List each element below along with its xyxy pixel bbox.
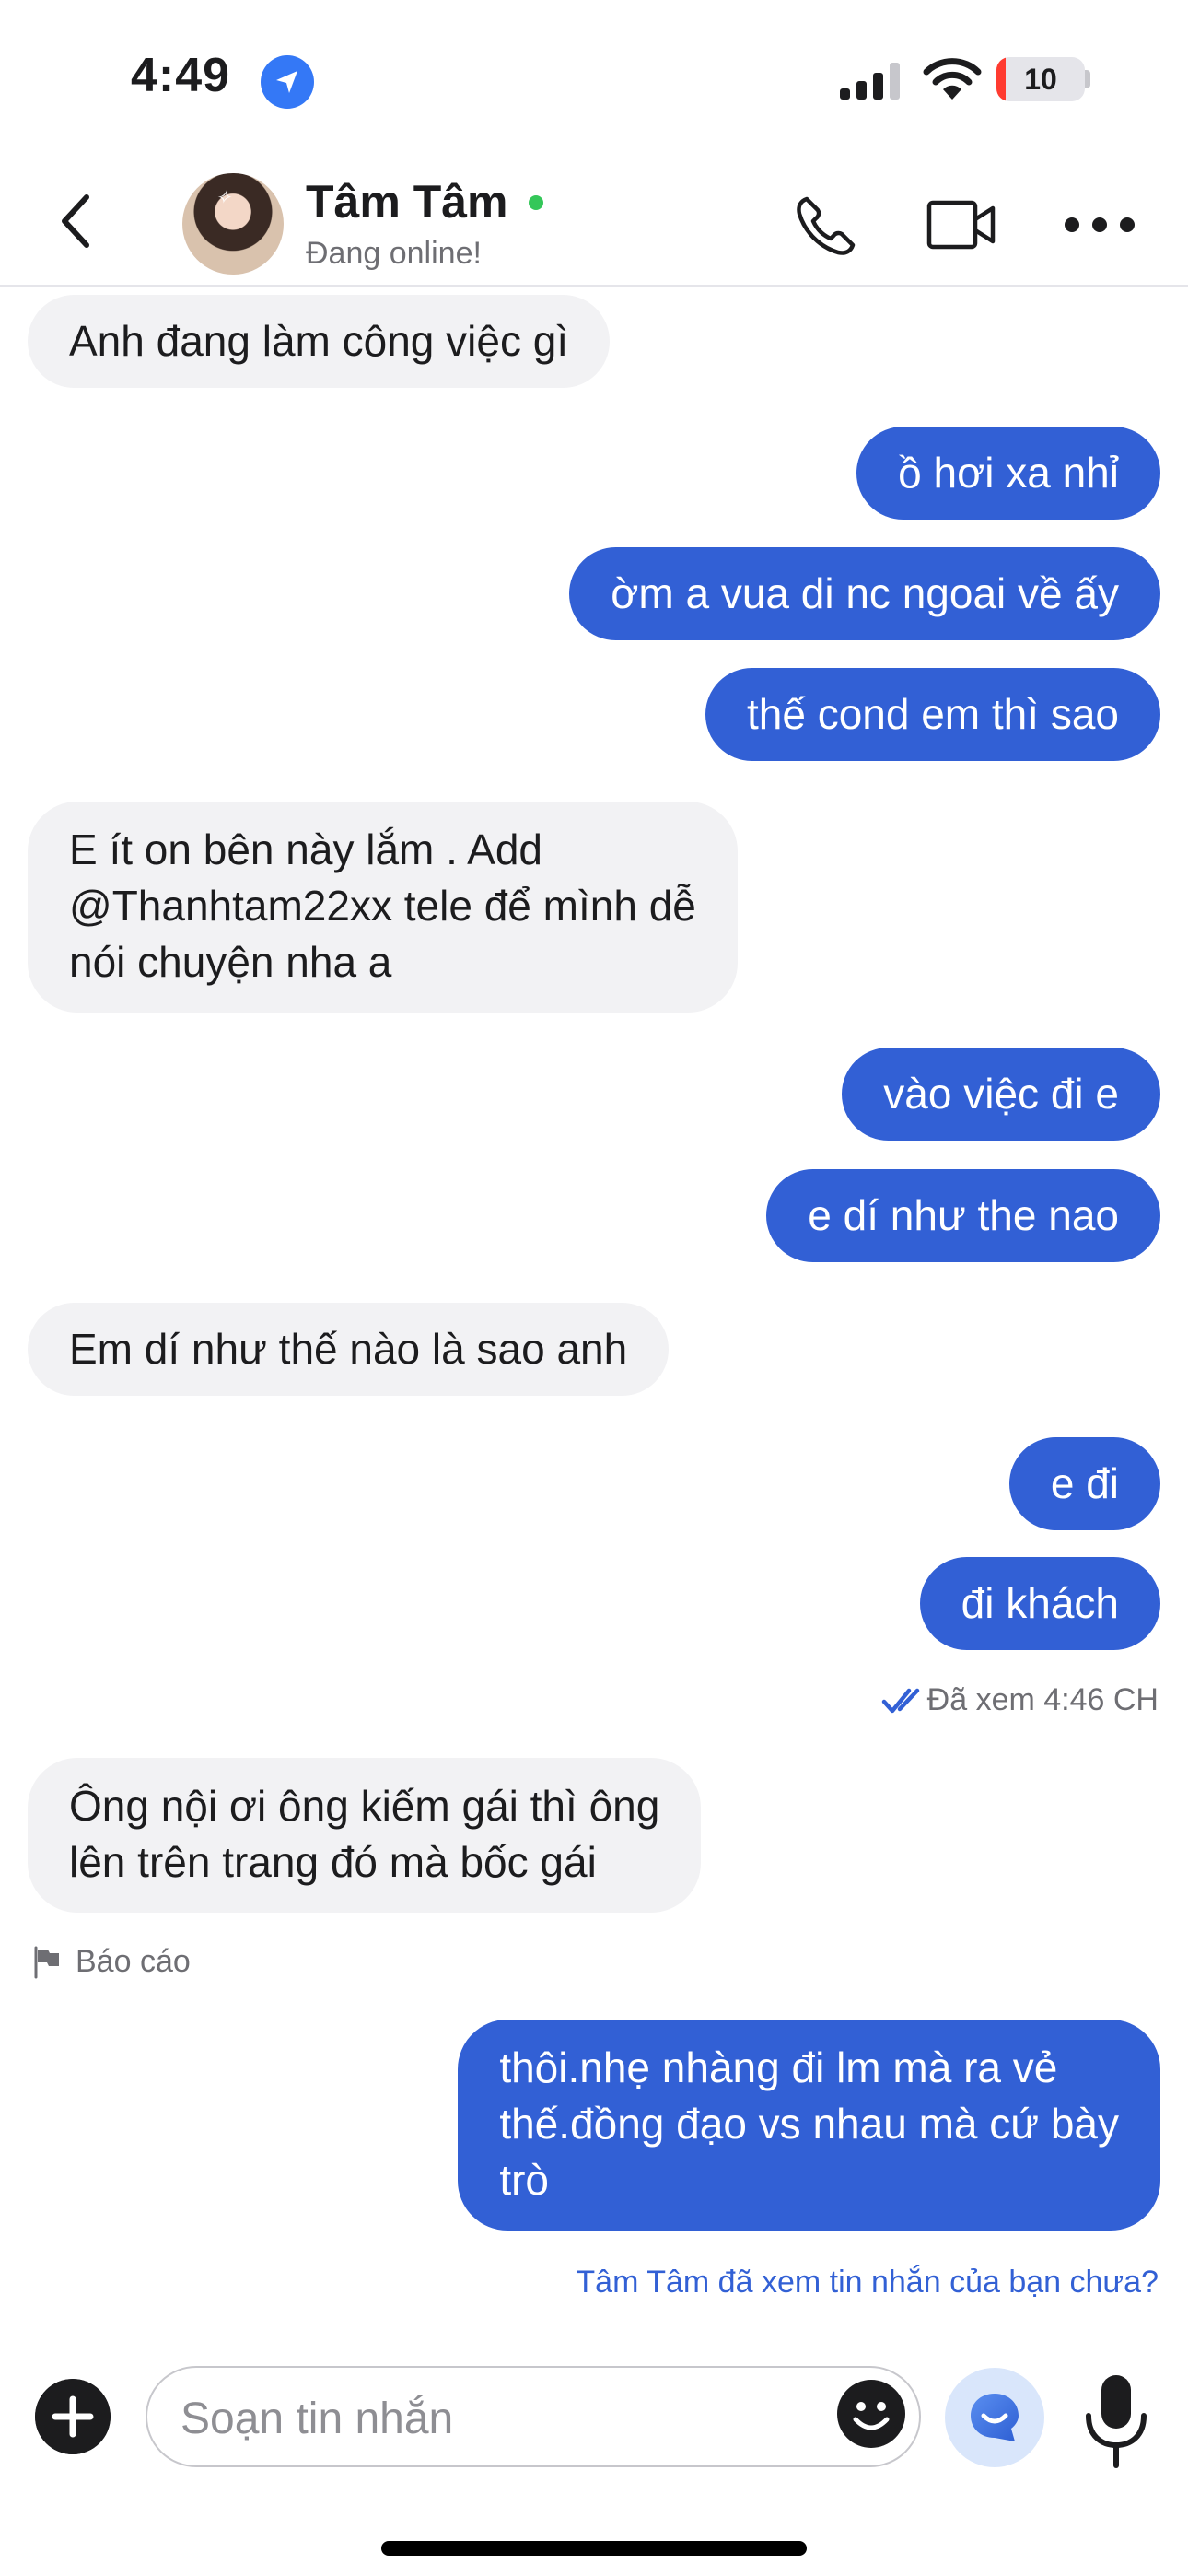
message-incoming[interactable]: E ít on bên này lắm . Add @Thanhtam22xx …	[28, 802, 738, 1013]
read-receipt: Đã xem 4:46 CH	[881, 1682, 1159, 1718]
message-outgoing[interactable]: e đi	[1008, 1437, 1160, 1530]
ai-assistant-icon	[971, 2394, 1019, 2441]
message-line: thôi.nhẹ nhàng đi lm mà ra vẻ	[499, 2043, 1058, 2091]
chat-screen: 4:49 10 ✧ Tâm Tâm Đang online! Anh đang …	[0, 0, 1188, 2576]
seen-prompt-link[interactable]: Tâm Tâm đã xem tin nhắn của bạn chưa?	[576, 2265, 1159, 2301]
message-incoming[interactable]: Ông nội ơi ông kiếm gái thì ông lên trên…	[28, 1758, 702, 1913]
double-check-icon	[881, 1688, 919, 1713]
microphone-icon[interactable]	[1079, 2371, 1153, 2471]
online-status-dot	[529, 195, 543, 210]
message-outgoing[interactable]: vào việc đi e	[842, 1048, 1160, 1141]
message-line: thế.đồng đạo vs nhau mà cứ bày	[499, 2100, 1119, 2148]
message-line: nói chuyện nha a	[69, 938, 392, 986]
message-outgoing[interactable]: e dí như the nao	[766, 1169, 1160, 1262]
message-outgoing[interactable]: đi khách	[919, 1557, 1160, 1650]
wifi-icon	[923, 58, 982, 100]
message-input-placeholder: Soạn tin nhắn	[181, 2395, 454, 2443]
battery-level: 10	[1024, 63, 1057, 96]
message-line: Ông nội ơi ông kiếm gái thì ông	[69, 1782, 660, 1830]
contact-name[interactable]: Tâm Tâm	[306, 175, 508, 228]
avatar[interactable]: ✧	[182, 173, 284, 275]
cellular-signal-icon	[840, 63, 900, 100]
ai-assistant-button[interactable]	[945, 2368, 1044, 2467]
location-arrow-icon	[261, 55, 314, 109]
battery-tip	[1085, 70, 1090, 88]
status-time: 4:49	[131, 49, 231, 102]
report-label: Báo cáo	[76, 1944, 191, 1979]
header-divider	[0, 285, 1188, 287]
message-incoming[interactable]: Anh đang làm công việc gì	[28, 295, 611, 388]
message-line: trò	[499, 2156, 549, 2204]
home-indicator	[381, 2541, 807, 2556]
avatar-decoration-icon: ✧	[215, 186, 231, 208]
message-outgoing[interactable]: thôi.nhẹ nhàng đi lm mà ra vẻ thế.đồng đ…	[458, 2020, 1160, 2231]
message-incoming[interactable]: Em dí như thế nào là sao anh	[28, 1303, 670, 1396]
plus-icon[interactable]	[35, 2379, 111, 2454]
video-camera-icon[interactable]	[926, 197, 996, 252]
more-icon[interactable]	[1063, 208, 1136, 241]
message-line: E ít on bên này lắm . Add	[69, 825, 542, 873]
message-outgoing[interactable]: ờm a vua di nc ngoai về ấy	[569, 547, 1160, 640]
emoji-icon[interactable]	[836, 2379, 906, 2449]
message-line: @Thanhtam22xx tele để mình dễ	[69, 882, 696, 930]
read-receipt-text: Đã xem 4:46 CH	[926, 1682, 1159, 1717]
phone-icon[interactable]	[794, 193, 858, 258]
message-outgoing[interactable]: ồ hơi xa nhỉ	[856, 427, 1160, 520]
flag-icon	[34, 1946, 59, 1978]
contact-status: Đang online!	[306, 236, 482, 271]
report-button[interactable]: Báo cáo	[31, 1944, 191, 1980]
back-chevron-icon[interactable]	[48, 184, 103, 258]
message-line: lên trên trang đó mà bốc gái	[69, 1838, 597, 1886]
message-input[interactable]: Soạn tin nhắn	[146, 2366, 921, 2467]
message-outgoing[interactable]: thế cond em thì sao	[705, 668, 1160, 761]
battery-icon: 10	[996, 57, 1085, 101]
